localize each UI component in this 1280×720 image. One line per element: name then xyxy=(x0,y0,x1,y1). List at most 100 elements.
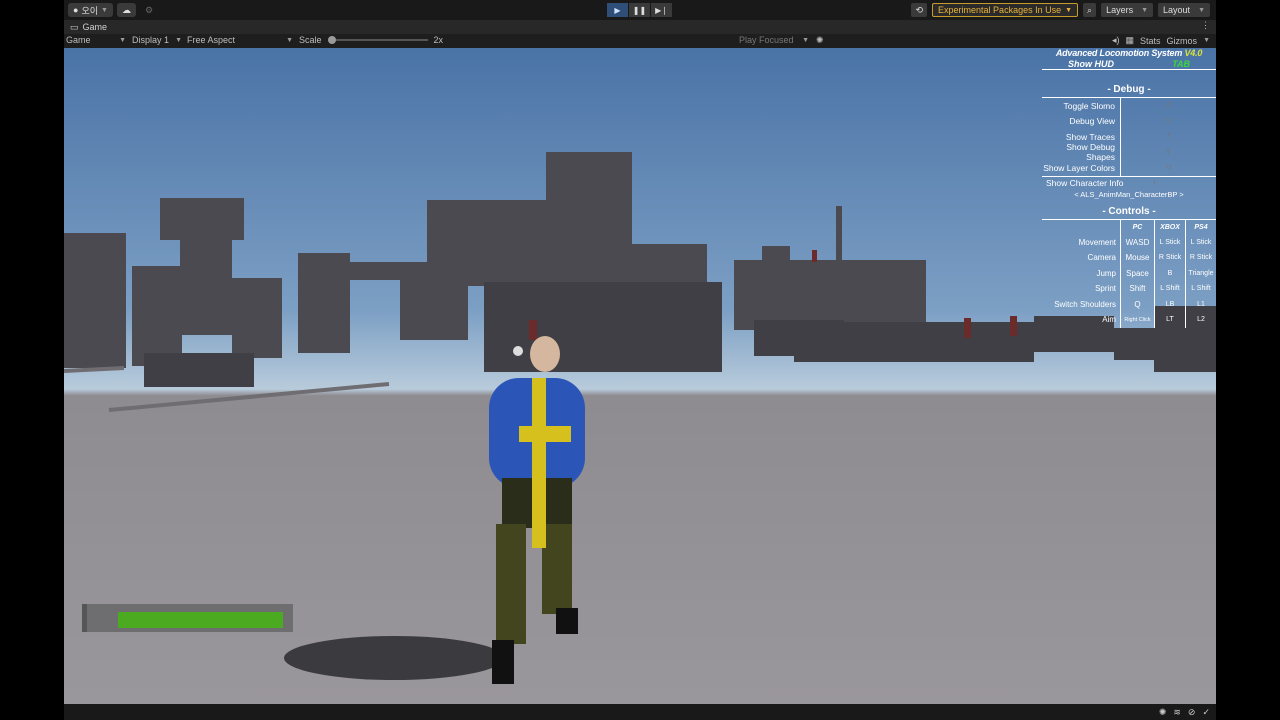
chevron-down-icon: ▼ xyxy=(286,36,293,44)
controls-action: Movement xyxy=(1078,237,1116,247)
stats-grid-icon[interactable]: ▦ xyxy=(1126,35,1135,46)
display-dropdown[interactable]: Display 1 ▼ xyxy=(132,35,182,45)
controls-row: Aim Right Click LT L2 xyxy=(1042,312,1216,328)
controls-header: PC XBOX PS4 xyxy=(1042,219,1216,235)
debug-row-key: U xyxy=(1165,164,1172,172)
chevron-down-icon: ▼ xyxy=(119,36,126,44)
debug-row: Toggle Slomo Z xyxy=(1042,98,1216,114)
status-bar: ✺ ≋ ⊘ ✓ xyxy=(64,704,1216,720)
controls-action: Jump xyxy=(1096,268,1116,278)
layout-dropdown[interactable]: Layout ▼ xyxy=(1158,3,1210,17)
controls-ps4: L Stick xyxy=(1185,234,1216,250)
controls-ps4: L2 xyxy=(1185,312,1216,328)
hud-show-row: Show HUD TAB xyxy=(1042,59,1216,70)
show-hud-label: Show HUD xyxy=(1068,59,1114,69)
unity-editor: ● 오이 ▼ ☁ ⚙ ▶ ❚❚ ▶❘ ⟲ Experimental Packag… xyxy=(64,0,1216,720)
scale-slider-handle[interactable] xyxy=(327,36,336,44)
status-icons: ✺ ≋ ⊘ ✓ xyxy=(1159,707,1210,718)
history-button[interactable]: ⟲ xyxy=(911,3,928,17)
controls-ps4: L Shift xyxy=(1185,281,1216,297)
show-hud-key: TAB xyxy=(1172,59,1190,69)
cloud-button[interactable]: ☁ xyxy=(116,3,136,17)
game-mode-dropdown[interactable]: Game ▼ xyxy=(66,35,126,45)
scale-slider[interactable] xyxy=(327,36,428,44)
step-button[interactable]: ▶❘ xyxy=(651,3,672,17)
play-controls: ▶ ❚❚ ▶❘ xyxy=(607,3,672,17)
no-entry-icon[interactable]: ⊘ xyxy=(1188,707,1196,718)
game-mode-label: Game xyxy=(66,35,91,45)
debug-row-label: Show Layer Colors xyxy=(1042,160,1121,176)
hud-title: Advanced Locomotion System V4.0 xyxy=(1042,48,1216,59)
debug-list: Toggle Slomo Z Debug View V Show Traces T Show… xyxy=(1042,98,1216,176)
debug-icon[interactable]: ✺ xyxy=(1159,707,1167,718)
layers-dropdown[interactable]: Layers ▼ xyxy=(1101,3,1154,17)
controls-action: Switch Shoulders xyxy=(1054,299,1116,309)
controls-xbox: LB xyxy=(1154,296,1185,312)
character-name: ALS_AnimMan_CharacterBP xyxy=(1080,189,1178,199)
chevron-down-icon: ▼ xyxy=(802,36,809,44)
cloud-icon: ☁ xyxy=(121,4,131,15)
aspect-dropdown[interactable]: Free Aspect ▼ xyxy=(187,35,293,45)
account-dropdown[interactable]: ● 오이 ▼ xyxy=(68,3,113,17)
controls-pc: Space xyxy=(1120,265,1154,281)
chevron-down-icon: ▼ xyxy=(101,6,108,14)
health-bar xyxy=(82,604,293,632)
check-icon[interactable]: ✓ xyxy=(1202,707,1210,718)
game-view-toolbar: Game ▼ Display 1 ▼ Free Aspect ▼ Scale 2… xyxy=(64,34,1216,48)
layers-label: Layers xyxy=(1106,5,1134,15)
controls-pc: WASD xyxy=(1120,234,1154,250)
character-info-row: Show Character Info I xyxy=(1042,175,1216,190)
history-icon: ⟲ xyxy=(915,4,924,15)
scale-control: Scale 2x xyxy=(299,35,443,45)
debug-row-key: Y xyxy=(1166,148,1171,156)
chevron-right-icon: > xyxy=(1179,189,1184,199)
controls-action: Sprint xyxy=(1095,284,1116,294)
experimental-packages-label: Experimental Packages In Use xyxy=(938,5,1062,15)
play-button[interactable]: ▶ xyxy=(607,3,628,17)
controls-xbox: B xyxy=(1154,265,1185,281)
controls-xbox: L Shift xyxy=(1154,281,1185,297)
search-button[interactable]: ⌕ xyxy=(1083,3,1097,17)
scale-value: 2x xyxy=(433,35,444,45)
play-icon: ▶ xyxy=(614,5,621,15)
scale-label: Scale xyxy=(299,35,322,45)
controls-ps4: L1 xyxy=(1185,296,1216,312)
controls-row: Movement WASD L Stick L Stick xyxy=(1042,234,1216,250)
play-focused-dropdown[interactable]: Play Focused ▼ xyxy=(739,35,809,45)
account-label: 오이 xyxy=(81,5,98,16)
audio-icon[interactable]: ◂) xyxy=(1112,35,1120,46)
search-icon: ⌕ xyxy=(1087,4,1093,15)
layers-stack-icon[interactable]: ≋ xyxy=(1173,707,1181,718)
debug-row-label: Toggle Slomo xyxy=(1042,98,1121,114)
toolbar-right: ⟲ Experimental Packages In Use ▼ ⌕ Layer… xyxy=(911,3,1210,17)
controls-row: Jump Space B Triangle xyxy=(1042,265,1216,281)
als-hud: Advanced Locomotion System V4.0 Show HUD… xyxy=(1042,48,1216,328)
controls-xbox: LT xyxy=(1154,312,1185,328)
more-options-icon[interactable]: ⋮ xyxy=(1201,20,1210,31)
controls-ps4: R Stick xyxy=(1185,250,1216,266)
gizmos-button[interactable]: Gizmos xyxy=(1167,36,1198,46)
game-viewport[interactable]: Advanced Locomotion System V4.0 Show HUD… xyxy=(64,48,1216,704)
chevron-down-icon: ▼ xyxy=(175,36,182,44)
chevron-down-icon[interactable]: ▼ xyxy=(1203,37,1210,44)
character-info-label: Show Character Info xyxy=(1046,178,1124,188)
hud-title-text: Advanced Locomotion System xyxy=(1055,48,1183,58)
pause-button[interactable]: ❚❚ xyxy=(629,3,650,17)
controls-pc: Right Click xyxy=(1120,312,1154,328)
debug-row: Show Layer Colors U xyxy=(1042,160,1216,176)
hud-version: V4.0 xyxy=(1184,48,1203,58)
bug-icon[interactable]: ✺ xyxy=(816,35,824,46)
account-icon: ● xyxy=(73,5,79,15)
game-view-icon: ▭ xyxy=(70,21,79,32)
stats-button[interactable]: Stats xyxy=(1140,36,1161,46)
experimental-packages-button[interactable]: Experimental Packages In Use ▼ xyxy=(932,3,1079,17)
collab-button[interactable]: ⚙ xyxy=(140,3,158,17)
debug-row-key: Z xyxy=(1166,102,1171,110)
tab-game[interactable]: Game xyxy=(83,22,108,32)
chevron-down-icon: ▼ xyxy=(1065,6,1073,14)
controls-list: Movement WASD L Stick L Stick Camera Mouse R S… xyxy=(1042,234,1216,328)
view-options: ◂) ▦ Stats Gizmos ▼ xyxy=(1112,35,1210,46)
game-tab-row: ▭ Game ⋮ xyxy=(64,20,1216,34)
controls-pc: Q xyxy=(1120,296,1154,312)
chevron-down-icon: ▼ xyxy=(1141,6,1149,14)
